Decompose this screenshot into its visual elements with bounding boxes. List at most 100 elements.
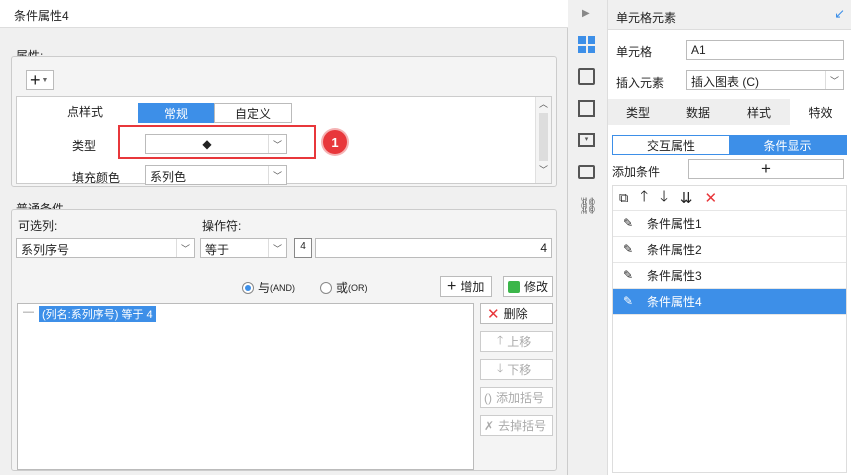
condition-row[interactable]: ✎ 条件属性1: [613, 211, 846, 237]
radio-unchecked-icon: [320, 281, 332, 294]
expand-arrow-icon[interactable]: ▶: [582, 8, 590, 19]
highlight-box: [118, 125, 316, 159]
cell-element-icon[interactable]: [578, 36, 595, 53]
point-style-normal-option[interactable]: 常规: [138, 103, 214, 123]
add-condition-button[interactable]: +: [688, 159, 844, 179]
value-type-badge: 4: [300, 241, 306, 252]
dialog-title: 条件属性4: [0, 0, 568, 28]
chevron-down-icon: ▼: [41, 76, 49, 84]
condition-row[interactable]: ✎ 条件属性2: [613, 237, 846, 263]
add-property-button[interactable]: + ▼: [26, 70, 54, 90]
modify-icon: [508, 280, 520, 293]
arrow-down-icon: 🡓: [497, 361, 504, 375]
arrow-up-icon[interactable]: 🡑: [640, 186, 648, 211]
side-toolbar: ▶ ▾ ⛓: [568, 0, 608, 475]
move-down-label: 下移: [507, 363, 532, 377]
list-icon[interactable]: [578, 165, 595, 179]
and-sub-label: (AND): [270, 282, 296, 293]
tree-branch-icon: —: [23, 306, 34, 318]
add-label: 增加: [460, 280, 485, 294]
value-type-button[interactable]: 4: [294, 238, 312, 258]
condition-property-dialog: 条件属性4 属性: + ▼ ︿ ﹀ 点样式 常规 自定义 类型 ◆ ﹀ 1 填充…: [0, 0, 568, 475]
optional-column-value: 系列序号: [21, 243, 70, 257]
tab-style[interactable]: 样式: [728, 99, 790, 125]
move-to-bottom-icon[interactable]: ⇊: [680, 189, 693, 207]
move-up-button[interactable]: 🡑 上移: [480, 331, 553, 352]
pencil-icon: ✎: [623, 215, 634, 230]
condition-row-label: 条件属性1: [647, 217, 702, 231]
condition-item[interactable]: (列名:系列序号) 等于 4: [39, 306, 156, 322]
chevron-down-icon: ﹀: [268, 239, 286, 257]
type-label: 类型: [72, 139, 97, 153]
panel-header: 单元格元素 ↙: [608, 0, 851, 30]
copy-icon[interactable]: ⧉: [619, 190, 628, 206]
remove-bracket-icon: ✗: [484, 418, 495, 433]
condition-row[interactable]: ✎ 条件属性3: [613, 263, 846, 289]
move-up-label: 上移: [507, 335, 532, 349]
and-radio[interactable]: 与 (AND): [242, 279, 295, 296]
fill-color-select[interactable]: 系列色 ﹀: [145, 165, 287, 185]
insert-element-select[interactable]: 插入图表 (C) ﹀: [686, 70, 844, 90]
condition-row-label: 条件属性3: [647, 269, 702, 283]
cell-element-panel: 单元格元素 ↙ 单元格 A1 插入元素 插入图表 (C) ﹀ 类型 数据 样式 …: [608, 0, 851, 475]
modify-label: 修改: [523, 280, 548, 294]
optional-column-select[interactable]: 系列序号 ﹀: [16, 238, 195, 258]
optional-column-label: 可选列:: [18, 219, 58, 233]
bracket-icon: (): [484, 390, 492, 405]
operator-label: 操作符:: [202, 219, 242, 233]
add-condition-label: 添加条件: [612, 165, 661, 179]
subtab-condition-display[interactable]: 条件显示: [729, 136, 846, 154]
delete-button[interactable]: ✕ 删除: [480, 303, 553, 324]
condition-row-selected[interactable]: ✎ 条件属性4: [613, 289, 846, 315]
remove-bracket-label: 去掉括号: [498, 419, 547, 433]
pencil-icon: ✎: [623, 267, 634, 282]
close-icon: ✕: [487, 305, 500, 323]
and-label: 与: [258, 281, 271, 295]
move-down-button[interactable]: 🡓 下移: [480, 359, 553, 380]
cell-attribute-icon[interactable]: [578, 68, 595, 85]
pencil-icon: ✎: [623, 241, 634, 256]
widget-frame-icon[interactable]: [578, 100, 595, 117]
chevron-down-icon: ﹀: [176, 239, 194, 257]
pencil-icon: ✎: [623, 293, 634, 308]
link-icon[interactable]: ⛓: [578, 196, 598, 216]
radio-checked-icon: [242, 281, 254, 294]
cell-input[interactable]: A1: [686, 40, 844, 60]
condition-tree: — (列名:系列序号) 等于 4: [17, 303, 474, 470]
chevron-down-icon: ﹀: [825, 71, 843, 89]
dropdown-widget-icon[interactable]: ▾: [578, 133, 595, 147]
callout-badge: 1: [323, 130, 347, 154]
operator-select[interactable]: 等于 ﹀: [200, 238, 287, 258]
point-style-label: 点样式: [67, 105, 104, 119]
arrow-down-icon[interactable]: 🡓: [660, 186, 668, 211]
tab-data[interactable]: 数据: [668, 99, 728, 125]
condition-value-input[interactable]: 4: [315, 238, 552, 258]
chevron-down-icon: ﹀: [268, 166, 286, 184]
fill-color-label: 填充颜色: [72, 171, 121, 185]
add-bracket-label: 添加括号: [496, 391, 545, 405]
condition-row-label: 条件属性4: [647, 295, 702, 309]
property-scrollbar[interactable]: ︿ ﹀: [535, 97, 551, 183]
collapse-icon[interactable]: ↙: [834, 6, 845, 22]
add-condition-button[interactable]: + 增加: [440, 276, 492, 297]
effect-subtabs: 交互属性 条件显示: [612, 135, 847, 155]
modify-condition-button[interactable]: 修改: [503, 276, 553, 297]
remove-bracket-button[interactable]: ✗ 去掉括号: [480, 415, 553, 436]
delete-label: 删除: [503, 307, 528, 321]
panel-tabs: 类型 数据 样式 特效: [608, 99, 851, 125]
tab-effects[interactable]: 特效: [790, 99, 851, 125]
close-icon[interactable]: ✕: [705, 189, 718, 207]
plus-icon: +: [30, 70, 41, 90]
add-bracket-button[interactable]: () 添加括号: [480, 387, 553, 408]
insert-element-label: 插入元素: [616, 76, 665, 90]
cell-label: 单元格: [616, 45, 653, 59]
subtab-interaction[interactable]: 交互属性: [613, 136, 729, 154]
condition-row-label: 条件属性2: [647, 243, 702, 257]
condition-list: ⧉ 🡑 🡓 ⇊ ✕ ✎ 条件属性1 ✎ 条件属性2 ✎ 条件属性3 ✎ 条件属性…: [612, 185, 847, 473]
arrow-up-icon: 🡑: [497, 333, 504, 347]
condition-list-toolbar: ⧉ 🡑 🡓 ⇊ ✕: [613, 186, 846, 211]
point-style-custom-option[interactable]: 自定义: [214, 103, 292, 123]
panel-title: 单元格元素: [616, 11, 677, 25]
tab-type[interactable]: 类型: [608, 99, 668, 125]
or-radio[interactable]: 或 (OR): [320, 279, 368, 296]
